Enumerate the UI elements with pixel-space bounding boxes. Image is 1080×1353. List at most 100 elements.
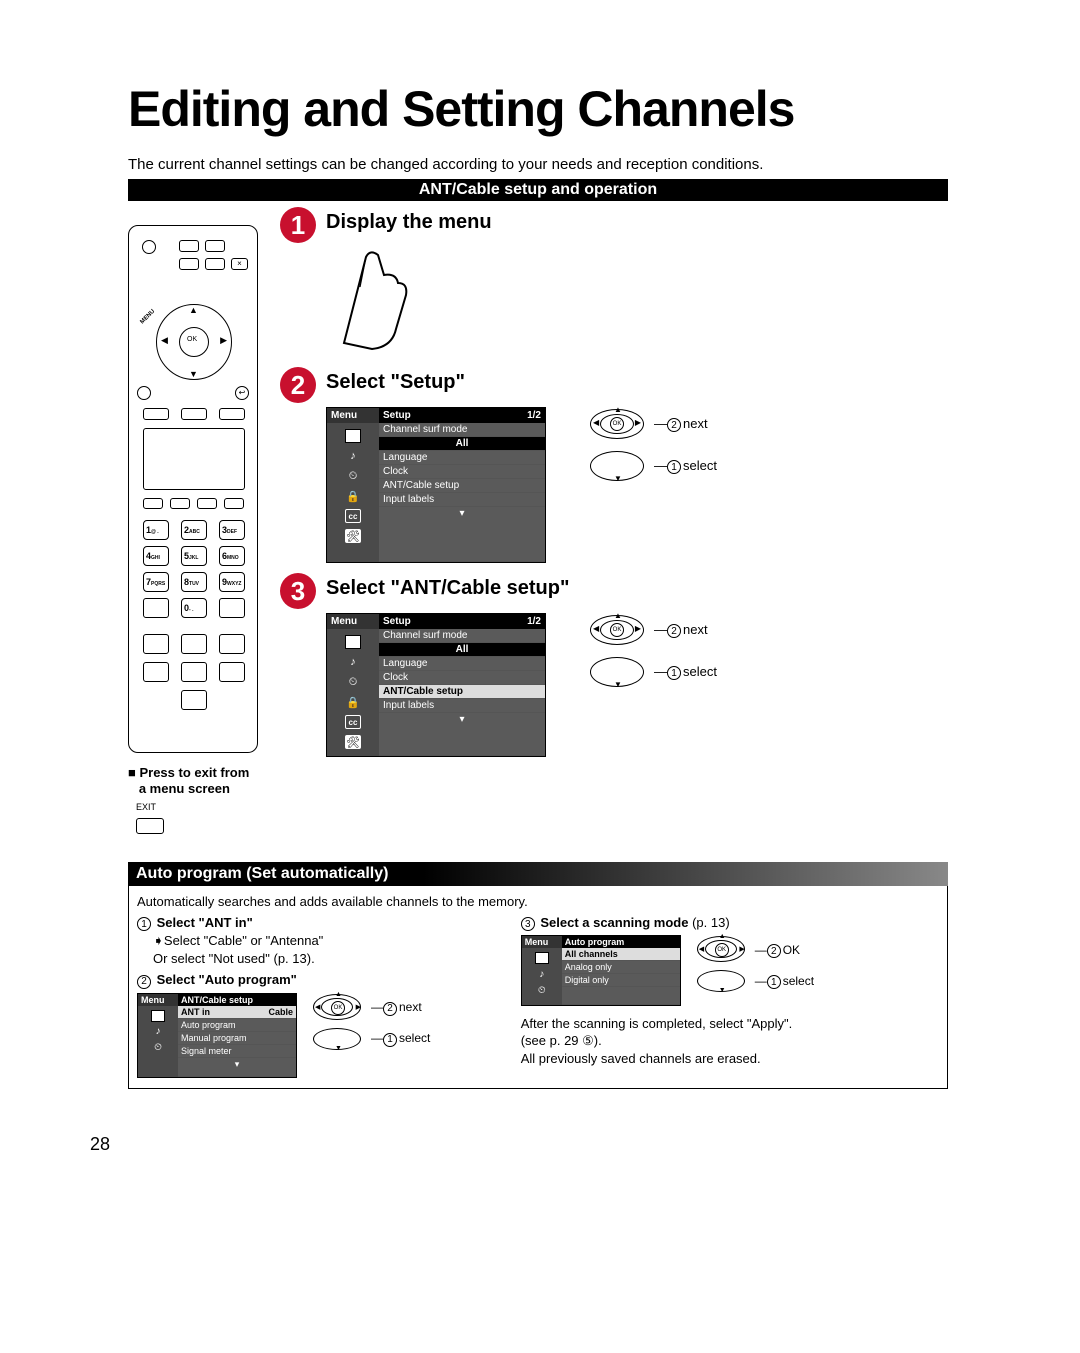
dpad-indicator: OK ▲ ◀ ▶ —2OK ▼ — [695, 935, 814, 993]
remote-button — [143, 662, 169, 682]
return-icon: ↩ — [235, 386, 249, 400]
osd-more-icon: ▾ — [379, 507, 545, 562]
remote-panel — [143, 428, 245, 490]
page-number: 28 — [90, 1134, 110, 1155]
step-number-icon: 2 — [280, 367, 316, 403]
remote-button — [181, 662, 207, 682]
step-title: Select "ANT/Cable setup" — [326, 573, 569, 600]
remote-button — [219, 662, 245, 682]
section-bar-autoprogram: Auto program (Set automatically) — [128, 862, 948, 886]
music-note-icon: ♪ — [345, 449, 361, 463]
osd-menu-setup: Menu Setup 1/2 ♪ ⏲ 🔒 cc 🛠 — [326, 407, 546, 563]
exit-note: Press to exit from a menu screen EXIT — [128, 765, 268, 834]
remote-button — [219, 634, 245, 654]
keypad-9: 9WXYZ — [219, 572, 245, 592]
keypad-2: 2ABC — [181, 520, 207, 540]
remote-button — [143, 498, 163, 509]
dpad-indicator: OK ▲ ◀ ▶ —2next ▼ —1 — [586, 407, 717, 483]
remote-button — [205, 258, 225, 270]
keypad-6: 6MNO — [219, 546, 245, 566]
picture-icon — [345, 635, 361, 649]
music-note-icon: ♪ — [345, 655, 361, 669]
remote-button — [219, 408, 245, 420]
timer-icon: ⏲ — [345, 675, 361, 689]
step-2: 2 Select "Setup" Menu Setup 1/2 — [280, 367, 948, 563]
after-text: (see p. 29 ⑤). — [521, 1033, 939, 1049]
osd-row: All — [379, 643, 545, 657]
step-3: 3 Select "ANT/Cable setup" Menu Setup 1/… — [280, 573, 948, 757]
osd-row: ANT/Cable setup — [379, 479, 545, 493]
keypad-8: 8TUV — [181, 572, 207, 592]
cc-icon: cc — [345, 715, 361, 729]
step-number-icon: 3 — [280, 573, 316, 609]
step-title: Display the menu — [326, 207, 492, 234]
close-icon: × — [231, 258, 248, 270]
osd-row: Language — [379, 657, 545, 671]
after-text: All previously saved channels are erased… — [521, 1051, 939, 1066]
osd-row-selected: ANT/Cable setup — [379, 685, 545, 699]
step-number-icon: 1 — [280, 207, 316, 243]
osd-row: Clock — [379, 465, 545, 479]
remote-button — [197, 498, 217, 509]
intro-text: The current channel settings can be chan… — [128, 156, 948, 173]
remote-button — [205, 240, 225, 252]
page-title: Editing and Setting Channels — [128, 80, 948, 138]
lock-icon: 🔒 — [345, 695, 361, 709]
remote-button — [179, 258, 199, 270]
osd-row-selected: ANT inCable — [178, 1006, 296, 1019]
remote-button — [181, 634, 207, 654]
dpad: ▲ ▼ ◀ ▶ OK — [156, 304, 232, 380]
osd-auto-program: MenuAuto program ♪ ⏲ All channels Analog… — [521, 935, 681, 1006]
osd-row: Digital only — [562, 974, 680, 987]
remote-button — [143, 598, 169, 618]
osd-menu-antcable: Menu Setup 1/2 ♪ ⏲ 🔒 cc 🛠 — [326, 613, 546, 757]
menu-label: MENU — [139, 309, 156, 326]
picture-icon — [345, 429, 361, 443]
cc-icon: cc — [345, 509, 361, 523]
osd-more-icon: ▾ — [379, 713, 545, 756]
osd-row: Signal meter — [178, 1045, 296, 1058]
after-text: After the scanning is completed, select … — [521, 1016, 939, 1031]
keypad-4: 4GHI — [143, 546, 169, 566]
auto-desc: Automatically searches and adds availabl… — [137, 894, 939, 909]
remote-button — [170, 498, 190, 509]
osd-row: Manual program — [178, 1032, 296, 1045]
osd-row: All — [379, 437, 545, 451]
lock-icon: 🔒 — [345, 489, 361, 503]
power-button-icon — [142, 240, 156, 254]
osd-row-selected: All channels — [562, 948, 680, 961]
remote-button — [143, 408, 169, 420]
remote-button — [143, 634, 169, 654]
osd-antcable-setup: MenuANT/Cable setup ♪ ⏲ ANT inCable Auto… — [137, 993, 297, 1078]
keypad-1: 1@ . — [143, 520, 169, 540]
auto-program-section: Auto program (Set automatically) Automat… — [128, 862, 948, 1089]
setup-icon: 🛠 — [345, 529, 361, 543]
setup-icon: 🛠 — [345, 735, 361, 749]
dpad-indicator: OK ▲ ◀ ▶ —2next ▼ —1 — [586, 613, 717, 689]
picture-icon — [151, 1010, 165, 1022]
remote-button — [181, 408, 207, 420]
keypad-7: 7PQRS — [143, 572, 169, 592]
keypad-5: 5JKL — [181, 546, 207, 566]
timer-icon: ⏲ — [345, 469, 361, 483]
hand-pointer-icon — [326, 247, 416, 357]
remote-button — [181, 690, 207, 710]
remote-illustration: × MENU ▲ ▼ ◀ ▶ OK ↩ — [128, 225, 258, 753]
section-bar-antcable: ANT/Cable setup and operation — [128, 179, 948, 201]
step-1: 1 Display the menu — [280, 207, 948, 357]
osd-row: Input labels — [379, 699, 545, 713]
osd-row: Channel surf mode — [379, 423, 545, 437]
osd-row: Clock — [379, 671, 545, 685]
osd-row: Analog only — [562, 961, 680, 974]
music-note-icon: ♪ — [535, 968, 549, 980]
osd-more-icon — [562, 987, 680, 1005]
keypad-0: 0- . — [181, 598, 207, 618]
osd-row: Channel surf mode — [379, 629, 545, 643]
osd-row: Auto program — [178, 1019, 296, 1032]
timer-icon: ⏲ — [151, 1042, 165, 1054]
remote-button — [179, 240, 199, 252]
picture-icon — [535, 952, 549, 964]
keypad-3: 3DEF — [219, 520, 245, 540]
remote-button — [219, 598, 245, 618]
dpad-indicator: OK ▲ ◀ ▶ —2next ▼ — [311, 993, 430, 1051]
